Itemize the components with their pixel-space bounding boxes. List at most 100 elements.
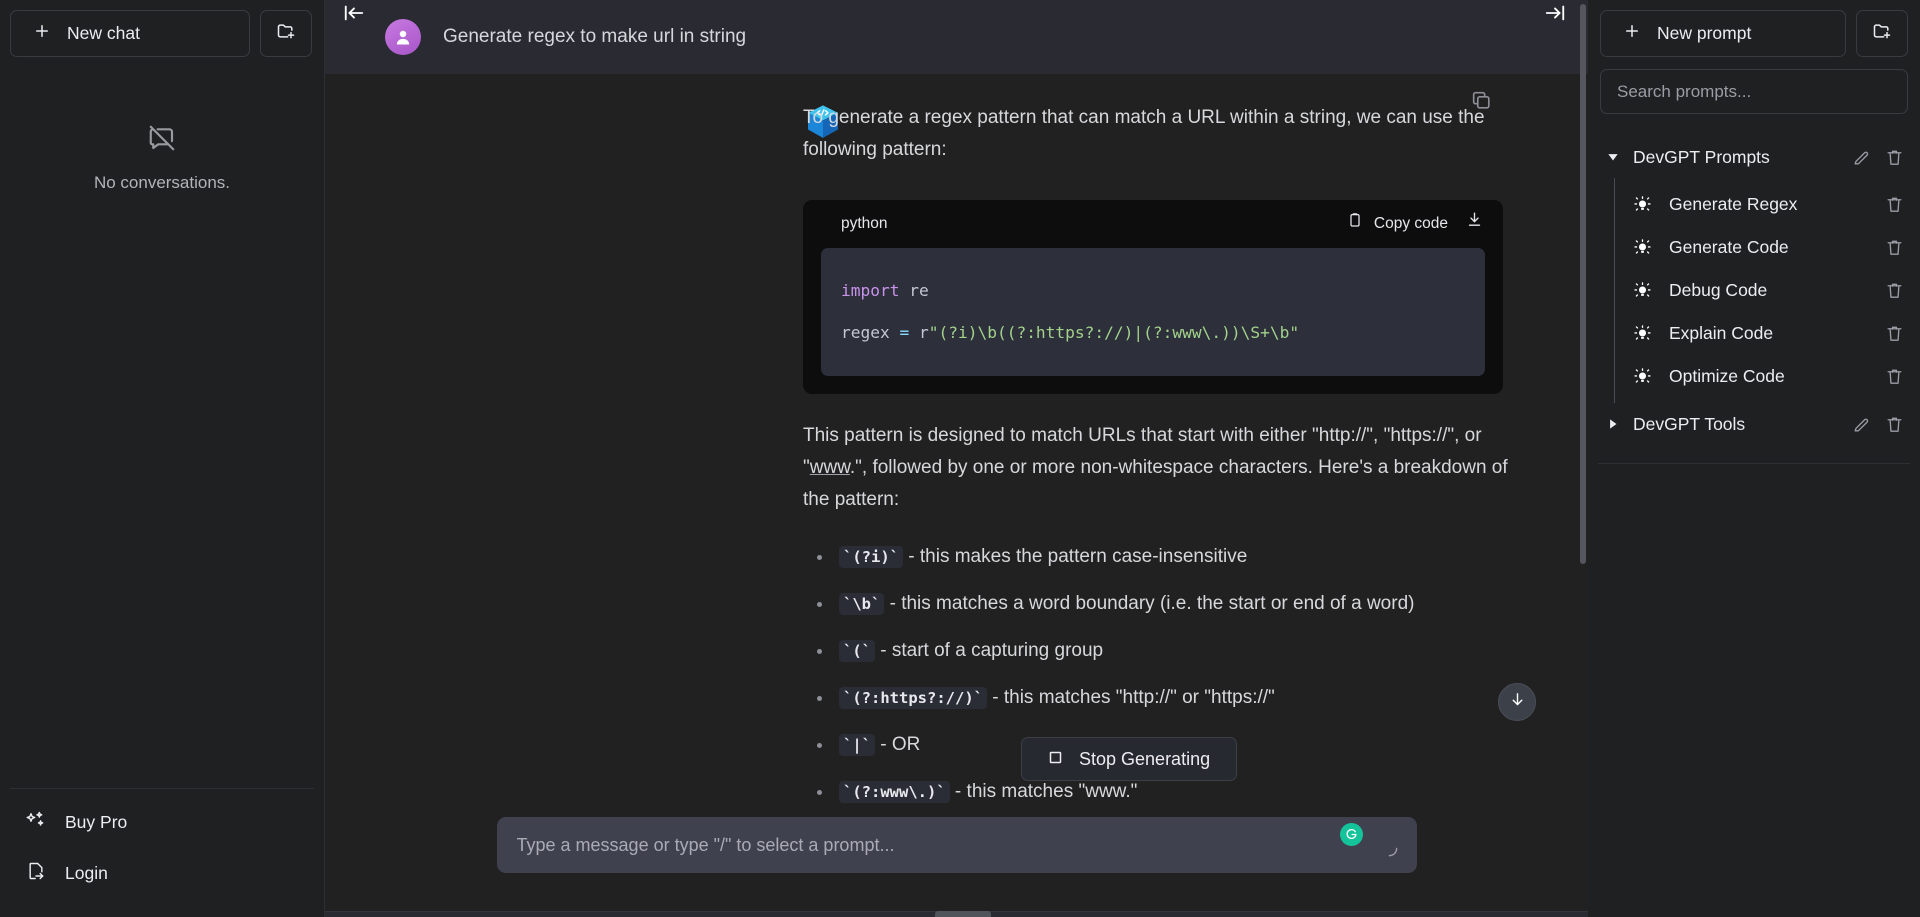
delete-prompt-button[interactable] bbox=[1885, 195, 1904, 214]
chevron-down-icon[interactable] bbox=[1606, 150, 1620, 164]
prompt-folder-row[interactable]: DevGPT Prompts bbox=[1588, 136, 1920, 178]
assistant-message-body: To generate a regex pattern that can mat… bbox=[803, 102, 1515, 805]
delete-folder-button[interactable] bbox=[1885, 148, 1904, 167]
prompt-item[interactable]: Explain Code bbox=[1615, 312, 1920, 355]
composer bbox=[497, 817, 1417, 873]
chevron-right-icon[interactable] bbox=[1606, 417, 1620, 431]
folder-plus-icon bbox=[276, 21, 296, 46]
inline-code: `(?i)` bbox=[839, 546, 903, 568]
breakdown-list-item: `\b` - this matches a word boundary (i.e… bbox=[803, 589, 1515, 619]
breakdown-item-text: - this makes the pattern case-insensitiv… bbox=[903, 546, 1247, 567]
new-prompt-folder-button[interactable] bbox=[1856, 10, 1908, 57]
lightbulb-icon-wrap bbox=[1633, 195, 1652, 214]
right-sidebar: New prompt DevGPT Prompts Generate RegexG… bbox=[1588, 0, 1920, 917]
breakdown-list-item: `(?:https?://)` - this matches "http://"… bbox=[803, 683, 1515, 713]
trash-icon bbox=[1885, 415, 1904, 434]
buy-pro-label: Buy Pro bbox=[65, 812, 127, 833]
window-bottom-handle[interactable] bbox=[935, 911, 991, 917]
chat-off-icon bbox=[147, 123, 177, 158]
new-folder-button[interactable] bbox=[260, 10, 312, 57]
lightbulb-icon bbox=[1633, 367, 1652, 386]
prompt-folder-label: DevGPT Tools bbox=[1633, 414, 1839, 435]
delete-prompt-button[interactable] bbox=[1885, 281, 1904, 300]
delete-prompt-button[interactable] bbox=[1885, 367, 1904, 386]
edit-folder-button[interactable] bbox=[1852, 148, 1871, 167]
login-button[interactable]: Login bbox=[10, 852, 314, 895]
buy-pro-button[interactable]: Buy Pro bbox=[10, 801, 314, 844]
breakdown-item-text: - this matches "http://" or "https://" bbox=[987, 687, 1275, 708]
trash-icon bbox=[1885, 238, 1904, 257]
login-label: Login bbox=[65, 863, 108, 884]
code-line: regex = r"(?i)\b((?:https?://)|(?:www\.)… bbox=[841, 312, 1465, 354]
delete-folder-button[interactable] bbox=[1885, 415, 1904, 434]
inline-code: `(?:www\.)` bbox=[839, 781, 950, 803]
right-sidebar-header: New prompt bbox=[1588, 0, 1920, 57]
file-export-icon bbox=[26, 861, 46, 886]
folder-row-actions bbox=[1852, 415, 1904, 434]
stop-generating-label: Stop Generating bbox=[1079, 749, 1210, 770]
breakdown-item-text: - start of a capturing group bbox=[875, 640, 1103, 661]
search-prompts-input[interactable] bbox=[1600, 69, 1908, 114]
lightbulb-icon-wrap bbox=[1633, 238, 1652, 257]
message-scroll-region[interactable]: To generate a regex pattern that can mat… bbox=[325, 74, 1588, 805]
download-code-button[interactable] bbox=[1466, 208, 1483, 240]
conversations-empty-state: No conversations. bbox=[0, 57, 324, 788]
left-sidebar: New chat No conversations. Buy Pro bbox=[0, 0, 324, 917]
composer-area bbox=[325, 805, 1588, 917]
app-root: New chat No conversations. Buy Pro bbox=[0, 0, 1920, 917]
intro-paragraph: To generate a regex pattern that can mat… bbox=[803, 102, 1515, 166]
search-prompts-wrapper bbox=[1588, 57, 1920, 114]
lightbulb-icon-wrap bbox=[1633, 367, 1652, 386]
trash-icon bbox=[1885, 324, 1904, 343]
inline-code: `\b` bbox=[839, 593, 884, 615]
sparkles-icon bbox=[26, 810, 46, 835]
explanation-paragraph: This pattern is designed to match URLs t… bbox=[803, 420, 1515, 516]
pencil-icon bbox=[1852, 148, 1871, 167]
divider bbox=[1598, 463, 1910, 464]
edit-folder-button[interactable] bbox=[1852, 415, 1871, 434]
folder-plus-icon bbox=[1872, 21, 1892, 46]
grammarly-badge[interactable] bbox=[1340, 823, 1363, 846]
prompt-folder-label: DevGPT Prompts bbox=[1633, 147, 1839, 168]
delete-prompt-button[interactable] bbox=[1885, 324, 1904, 343]
grammarly-g-icon bbox=[1344, 827, 1359, 842]
lightbulb-icon bbox=[1633, 195, 1652, 214]
breakdown-item-text: - OR bbox=[875, 734, 920, 755]
prompt-folder-row[interactable]: DevGPT Tools bbox=[1588, 403, 1920, 445]
chat-header: Generate regex to make url in string bbox=[325, 0, 1588, 74]
breakdown-item-text: - this matches a word boundary (i.e. the… bbox=[884, 593, 1414, 614]
new-chat-label: New chat bbox=[67, 23, 140, 44]
scroll-to-bottom-button[interactable] bbox=[1498, 683, 1536, 721]
prompt-item[interactable]: Generate Regex bbox=[1615, 183, 1920, 226]
lightbulb-icon bbox=[1633, 238, 1652, 257]
copy-message-button[interactable] bbox=[1470, 89, 1492, 116]
code-line: import re bbox=[841, 270, 1465, 312]
prompt-item[interactable]: Debug Code bbox=[1615, 269, 1920, 312]
prompt-item[interactable]: Optimize Code bbox=[1615, 355, 1920, 398]
chat-panel: Generate regex to make url in string bbox=[324, 0, 1588, 917]
folder-row-actions bbox=[1852, 148, 1904, 167]
right-sidebar-scrollbar[interactable] bbox=[1588, 0, 1594, 917]
breakdown-list-item: `(` - start of a capturing group bbox=[803, 636, 1515, 666]
plus-icon bbox=[1623, 22, 1641, 45]
code-token: import bbox=[841, 281, 899, 300]
copy-icon bbox=[1470, 89, 1492, 111]
collapse-left-sidebar-button[interactable] bbox=[337, 0, 371, 30]
pencil-icon bbox=[1852, 415, 1871, 434]
copy-code-button[interactable]: Copy code bbox=[1347, 208, 1448, 240]
message-input[interactable] bbox=[497, 835, 1417, 856]
prompt-folder-children: Generate RegexGenerate Code Debug Code Exp… bbox=[1614, 178, 1920, 403]
collapse-right-sidebar-button[interactable] bbox=[1538, 0, 1572, 30]
avatar bbox=[385, 19, 421, 55]
new-chat-button[interactable]: New chat bbox=[10, 10, 250, 57]
left-sidebar-footer: Buy Pro Login bbox=[10, 788, 314, 917]
delete-prompt-button[interactable] bbox=[1885, 238, 1904, 257]
new-prompt-button[interactable]: New prompt bbox=[1600, 10, 1846, 57]
prompt-item-label: Debug Code bbox=[1669, 280, 1868, 301]
code-block-body[interactable]: import reregex = r"(?i)\b((?:https?://)|… bbox=[821, 248, 1485, 376]
chat-title: Generate regex to make url in string bbox=[443, 26, 746, 48]
prompt-item[interactable]: Generate Code bbox=[1615, 226, 1920, 269]
scrollbar-thumb[interactable] bbox=[1580, 4, 1586, 564]
trash-icon bbox=[1885, 281, 1904, 300]
stop-generating-button[interactable]: Stop Generating bbox=[1021, 737, 1237, 781]
